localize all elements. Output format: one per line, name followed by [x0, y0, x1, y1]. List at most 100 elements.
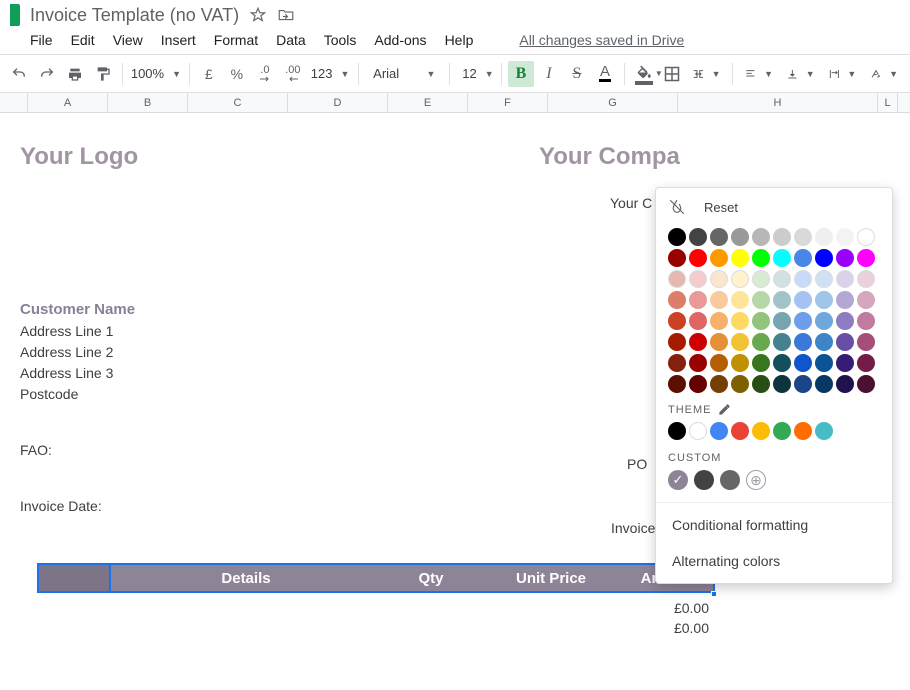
color-swatch[interactable] — [836, 291, 854, 309]
header-unit-price[interactable]: Unit Price — [481, 570, 621, 587]
menu-help[interactable]: Help — [445, 32, 474, 48]
text-wrap-button[interactable]: ▼ — [823, 61, 863, 87]
color-swatch[interactable] — [752, 375, 770, 393]
color-swatch[interactable] — [710, 270, 728, 288]
color-swatch[interactable] — [752, 354, 770, 372]
save-status[interactable]: All changes saved in Drive — [519, 32, 684, 48]
color-swatch[interactable] — [836, 228, 854, 246]
color-swatch[interactable] — [773, 312, 791, 330]
color-swatch[interactable] — [773, 249, 791, 267]
column-header[interactable]: B — [108, 93, 188, 112]
custom-color-swatch[interactable] — [720, 470, 740, 490]
column-header[interactable]: C — [188, 93, 288, 112]
color-swatch[interactable] — [731, 312, 749, 330]
color-swatch[interactable] — [836, 354, 854, 372]
color-swatch[interactable] — [794, 375, 812, 393]
menu-file[interactable]: File — [30, 32, 53, 48]
borders-button[interactable] — [659, 61, 685, 87]
color-swatch[interactable] — [815, 291, 833, 309]
color-swatch[interactable] — [794, 270, 812, 288]
color-swatch[interactable] — [731, 291, 749, 309]
menu-insert[interactable]: Insert — [161, 32, 196, 48]
theme-color-swatch[interactable] — [794, 422, 812, 440]
theme-color-swatch[interactable] — [815, 422, 833, 440]
color-swatch[interactable] — [689, 312, 707, 330]
custom-color-swatch[interactable]: ✓ — [668, 470, 688, 490]
color-swatch[interactable] — [857, 333, 875, 351]
menu-addons[interactable]: Add-ons — [374, 32, 426, 48]
font-size-dropdown[interactable]: 12▼ — [456, 61, 495, 87]
increase-decimal-button[interactable]: .00 — [280, 61, 306, 87]
column-header[interactable]: L — [878, 93, 898, 112]
menu-data[interactable]: Data — [276, 32, 306, 48]
star-icon[interactable] — [249, 6, 267, 24]
color-swatch[interactable] — [731, 249, 749, 267]
active-cell[interactable] — [39, 565, 111, 591]
column-header[interactable]: E — [388, 93, 468, 112]
color-swatch[interactable] — [752, 291, 770, 309]
custom-color-swatch[interactable] — [694, 470, 714, 490]
format-percent-button[interactable]: % — [224, 61, 250, 87]
color-swatch[interactable] — [731, 333, 749, 351]
redo-icon[interactable] — [34, 61, 60, 87]
zoom-dropdown[interactable]: 100%▼ — [129, 61, 183, 87]
color-swatch[interactable] — [815, 375, 833, 393]
color-swatch[interactable] — [668, 270, 686, 288]
color-swatch[interactable] — [689, 249, 707, 267]
color-swatch[interactable] — [752, 333, 770, 351]
color-swatch[interactable] — [710, 375, 728, 393]
color-swatch[interactable] — [668, 228, 686, 246]
strikethrough-button[interactable]: S — [564, 61, 590, 87]
decrease-decimal-button[interactable]: .0 — [252, 61, 278, 87]
column-header[interactable]: F — [468, 93, 548, 112]
color-swatch[interactable] — [857, 249, 875, 267]
color-swatch[interactable] — [857, 312, 875, 330]
color-swatch[interactable] — [836, 375, 854, 393]
format-currency-button[interactable]: £ — [196, 61, 222, 87]
color-swatch[interactable] — [815, 270, 833, 288]
color-swatch[interactable] — [794, 312, 812, 330]
color-swatch[interactable] — [710, 333, 728, 351]
add-custom-color-icon[interactable]: ⊕ — [746, 470, 766, 490]
color-reset-button[interactable]: Reset — [668, 198, 880, 216]
column-header-row[interactable]: A B C D E F G H L — [0, 93, 910, 113]
column-header[interactable]: H — [678, 93, 878, 112]
theme-color-swatch[interactable] — [773, 422, 791, 440]
color-swatch[interactable] — [689, 291, 707, 309]
color-swatch[interactable] — [710, 354, 728, 372]
color-swatch[interactable] — [731, 228, 749, 246]
color-swatch[interactable] — [773, 228, 791, 246]
color-swatch[interactable] — [689, 354, 707, 372]
color-swatch[interactable] — [857, 375, 875, 393]
color-swatch[interactable] — [668, 312, 686, 330]
color-swatch[interactable] — [689, 375, 707, 393]
color-swatch[interactable] — [668, 333, 686, 351]
cell-your-logo[interactable]: Your Logo — [20, 143, 910, 171]
color-swatch[interactable] — [773, 375, 791, 393]
color-swatch[interactable] — [710, 228, 728, 246]
color-swatch[interactable] — [752, 270, 770, 288]
undo-icon[interactable] — [6, 61, 32, 87]
document-title[interactable]: Invoice Template (no VAT) — [30, 5, 239, 26]
color-swatch[interactable] — [794, 228, 812, 246]
theme-color-swatch[interactable] — [668, 422, 686, 440]
column-header[interactable]: D — [288, 93, 388, 112]
cell-amount-row[interactable]: £0.00 — [615, 620, 709, 636]
color-swatch[interactable] — [857, 291, 875, 309]
edit-theme-icon[interactable] — [718, 403, 731, 416]
color-swatch[interactable] — [815, 228, 833, 246]
color-swatch[interactable] — [794, 354, 812, 372]
bold-button[interactable]: B — [508, 61, 534, 87]
column-header[interactable]: A — [28, 93, 108, 112]
menu-tools[interactable]: Tools — [324, 32, 357, 48]
move-to-folder-icon[interactable] — [277, 6, 295, 24]
italic-button[interactable]: I — [536, 61, 562, 87]
color-swatch[interactable] — [731, 375, 749, 393]
color-swatch[interactable] — [815, 333, 833, 351]
text-color-button[interactable]: A — [592, 61, 618, 87]
color-swatch[interactable] — [668, 375, 686, 393]
merge-cells-button[interactable]: ▼ — [687, 61, 727, 87]
color-swatch[interactable] — [815, 249, 833, 267]
theme-color-swatch[interactable] — [689, 422, 707, 440]
color-swatch[interactable] — [710, 312, 728, 330]
